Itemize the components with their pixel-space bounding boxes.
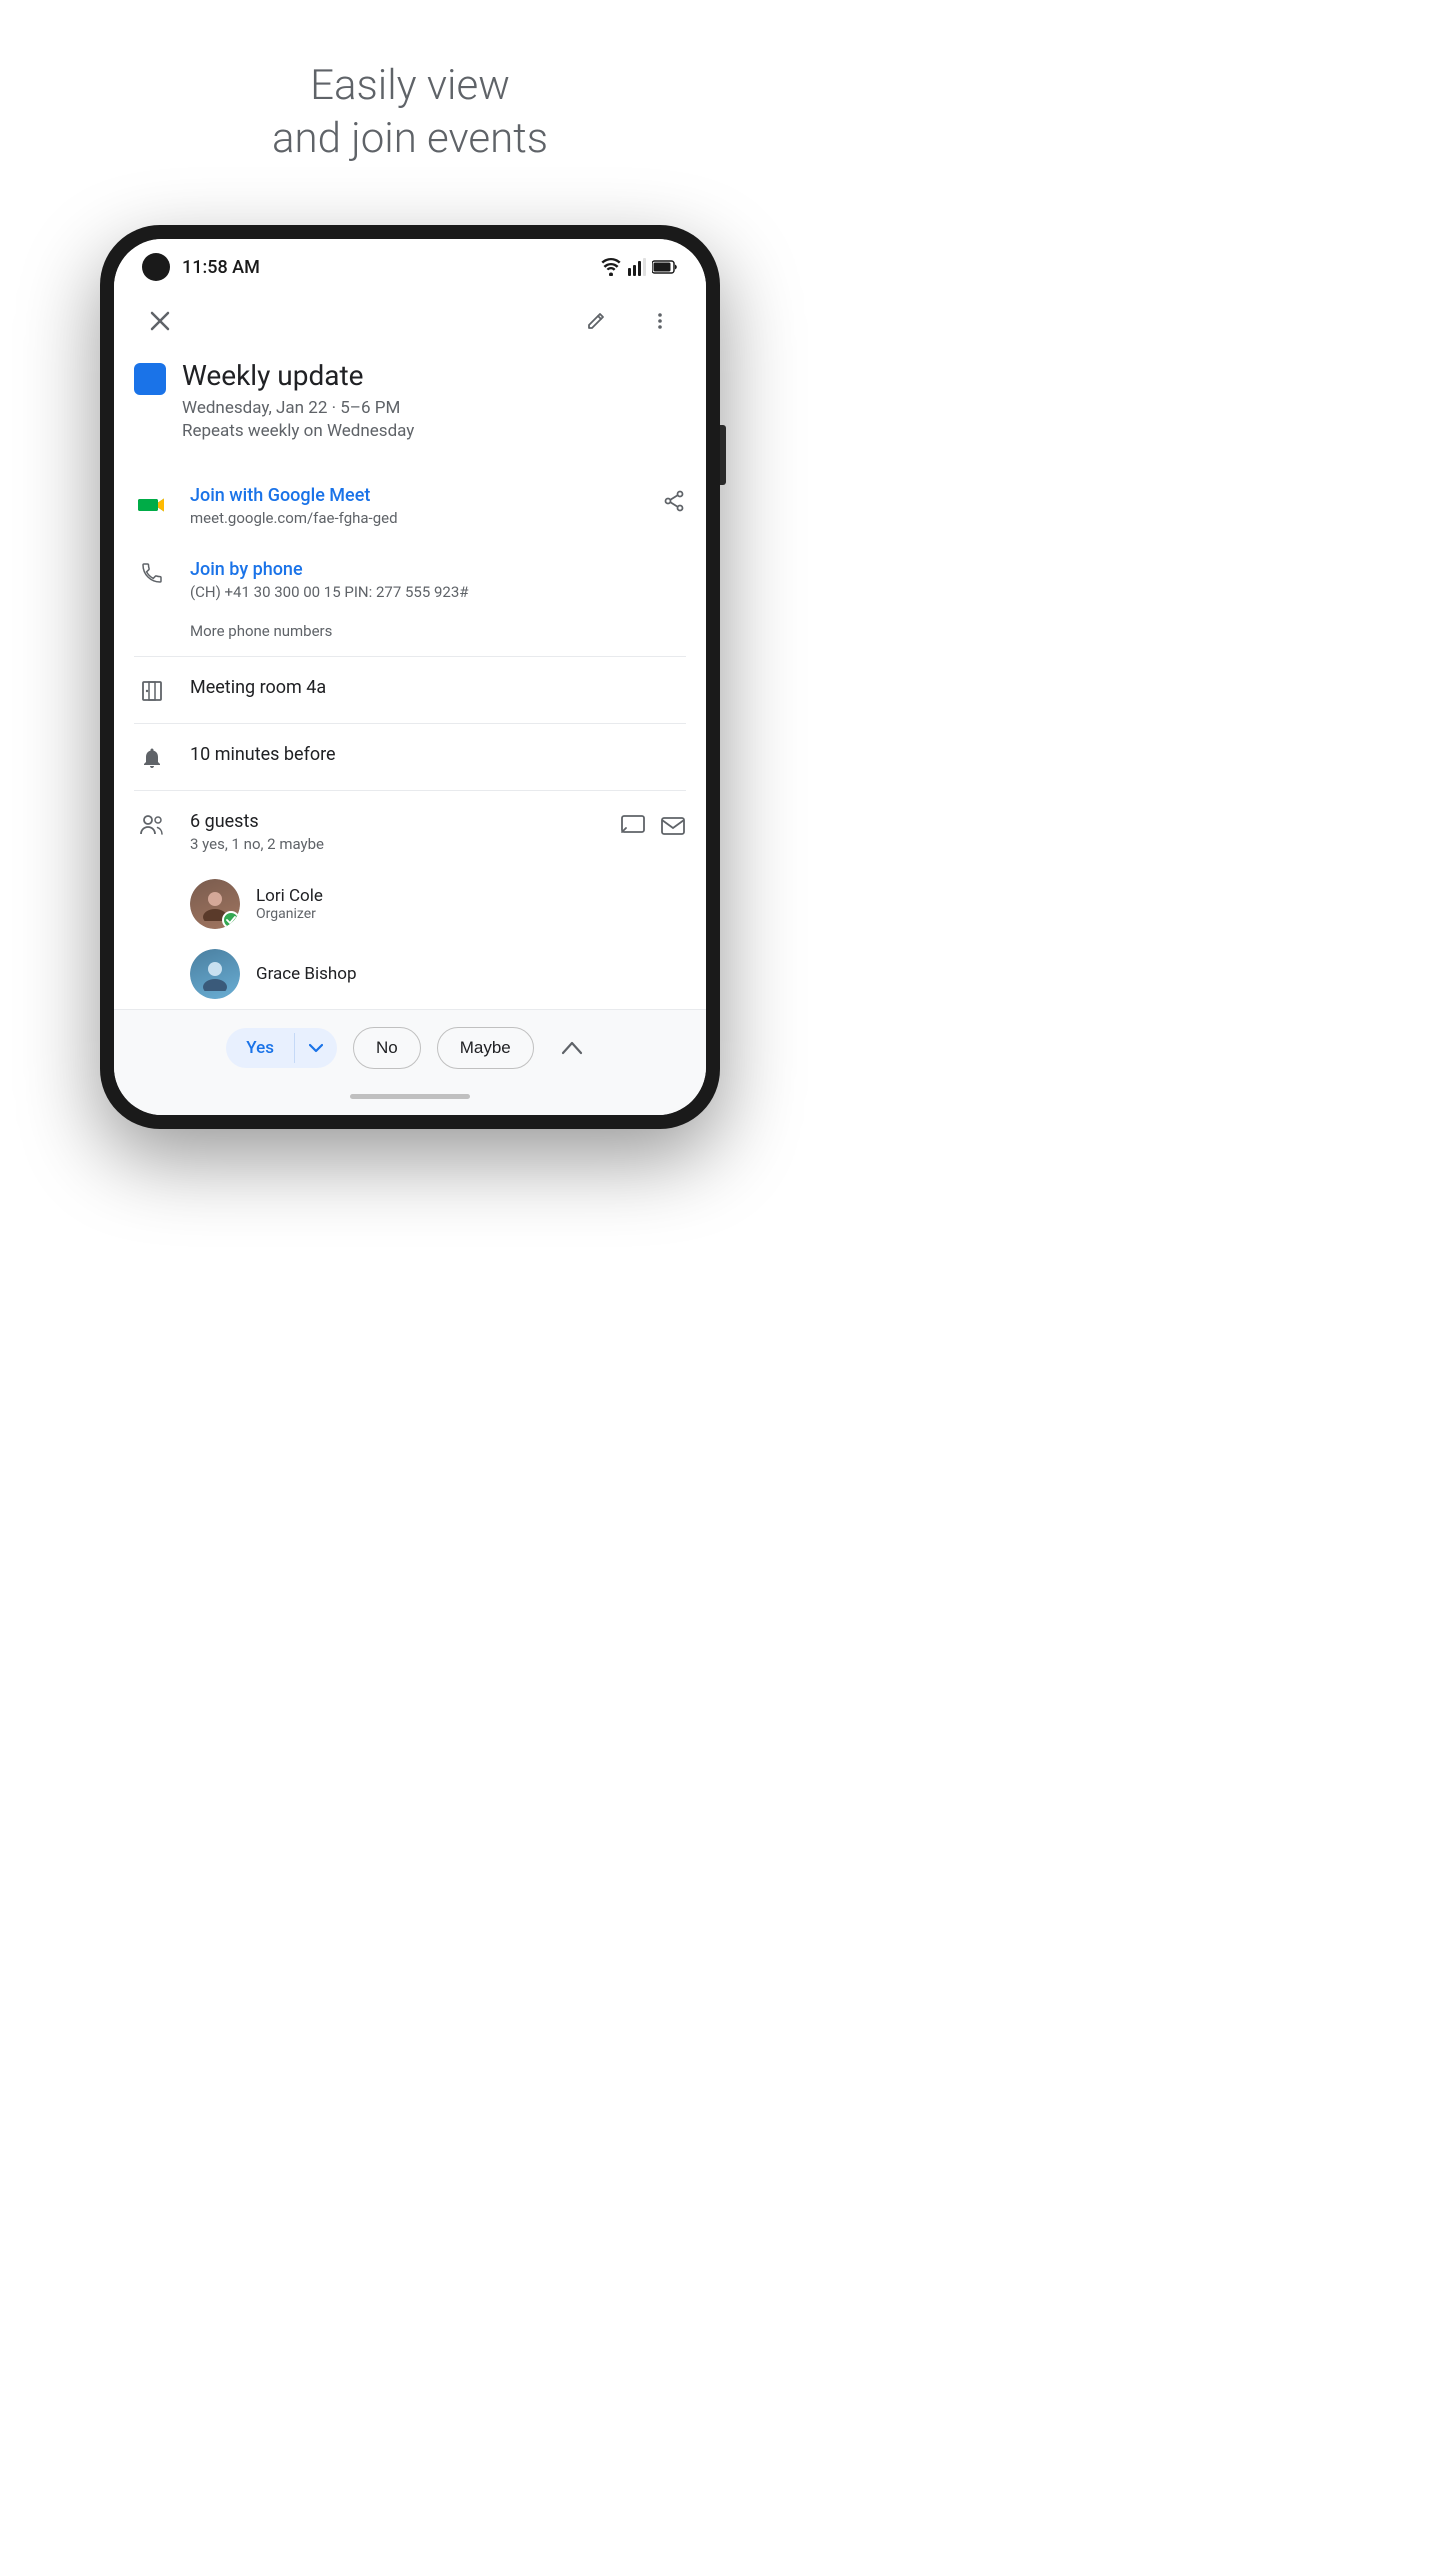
battery-icon	[652, 260, 678, 274]
email-icon	[660, 813, 686, 839]
home-bar	[350, 1094, 470, 1099]
email-button[interactable]	[660, 813, 686, 839]
more-icon	[650, 311, 670, 331]
phone-join-label[interactable]: Join by phone	[190, 559, 686, 580]
status-time: 11:58 AM	[182, 257, 260, 278]
close-button[interactable]	[138, 299, 182, 343]
guest-name-lori: Lori Cole	[256, 886, 323, 906]
home-indicator	[114, 1086, 706, 1115]
grace-silhouette	[198, 957, 232, 991]
divider-2	[134, 723, 686, 724]
edit-icon	[586, 311, 606, 331]
message-icon	[620, 813, 646, 839]
share-button[interactable]	[662, 485, 686, 513]
room-content: Meeting room 4a	[190, 677, 686, 698]
guest-avatar-lori	[190, 879, 240, 929]
meet-row: Join with Google Meet meet.google.com/fa…	[134, 469, 686, 543]
phone-screen: 11:58 AM	[114, 239, 706, 1115]
share-icon	[662, 489, 686, 513]
more-button[interactable]	[638, 299, 682, 343]
page-headline: Easily view and join events	[272, 60, 548, 165]
room-label: Meeting room 4a	[190, 677, 686, 698]
meet-icon	[134, 487, 170, 523]
status-left: 11:58 AM	[142, 253, 260, 281]
rsvp-dropdown-arrow[interactable]	[294, 1033, 337, 1063]
phone-mockup: 11:58 AM	[100, 225, 720, 1129]
guests-status: 3 yes, 1 no, 2 maybe	[190, 835, 600, 853]
signal-icon	[628, 258, 646, 276]
room-icon-svg	[140, 679, 164, 703]
more-phones-label[interactable]: More phone numbers	[190, 622, 332, 640]
edit-button[interactable]	[574, 299, 618, 343]
phone-content: Join by phone (CH) +41 30 300 00 15 PIN:…	[190, 559, 686, 601]
room-row: Meeting room 4a	[134, 661, 686, 719]
rsvp-bar: Yes No Maybe	[114, 1009, 706, 1086]
guest-item-lori[interactable]: Lori Cole Organizer	[134, 869, 686, 939]
reminder-row: 10 minutes before	[134, 728, 686, 786]
room-icon	[134, 679, 170, 703]
event-repeat: Repeats weekly on Wednesday	[182, 421, 414, 441]
reminder-label: 10 minutes before	[190, 744, 686, 765]
phone-row: Join by phone (CH) +41 30 300 00 15 PIN:…	[134, 543, 686, 617]
phone-number: (CH) +41 30 300 00 15 PIN: 277 555 923#	[190, 583, 686, 601]
guest-item-grace[interactable]: Grace Bishop	[134, 939, 686, 1009]
close-icon	[150, 311, 170, 331]
guests-info: 6 guests 3 yes, 1 no, 2 maybe	[190, 811, 600, 853]
bell-icon	[134, 746, 170, 770]
guest-info-lori: Lori Cole Organizer	[256, 886, 323, 922]
event-title: Weekly update	[182, 359, 414, 392]
bell-icon-svg	[140, 746, 164, 770]
divider-1	[134, 656, 686, 657]
event-date: Wednesday, Jan 22 · 5–6 PM	[182, 398, 414, 418]
event-color-dot	[134, 363, 166, 395]
toolbar-right	[574, 299, 682, 343]
guests-actions	[620, 813, 686, 839]
check-icon-lori	[226, 916, 236, 924]
guests-count: 6 guests	[190, 811, 600, 832]
reminder-content: 10 minutes before	[190, 744, 686, 765]
more-phone-row: More phone numbers	[134, 617, 686, 652]
wifi-icon	[600, 258, 622, 276]
accepted-badge-lori	[222, 911, 240, 929]
toolbar	[134, 291, 686, 359]
event-header: Weekly update Wednesday, Jan 22 · 5–6 PM…	[134, 359, 686, 441]
rsvp-no-button[interactable]: No	[353, 1027, 421, 1069]
rsvp-yes-button[interactable]: Yes	[226, 1028, 337, 1068]
status-icons	[600, 258, 678, 276]
toolbar-left	[138, 299, 182, 343]
chevron-down-icon	[309, 1043, 323, 1053]
status-bar: 11:58 AM	[114, 239, 706, 291]
event-info: Weekly update Wednesday, Jan 22 · 5–6 PM…	[182, 359, 414, 441]
guests-icon-svg	[139, 813, 165, 837]
guest-info-grace: Grace Bishop	[256, 964, 357, 984]
content-area: Weekly update Wednesday, Jan 22 · 5–6 PM…	[114, 291, 706, 1009]
guests-row: 6 guests 3 yes, 1 no, 2 maybe	[134, 795, 686, 869]
rsvp-maybe-button[interactable]: Maybe	[437, 1027, 534, 1069]
guests-icon	[134, 813, 170, 837]
meet-url: meet.google.com/fae-fgha-ged	[190, 509, 642, 527]
message-button[interactable]	[620, 813, 646, 839]
divider-3	[134, 790, 686, 791]
camera-dot	[142, 253, 170, 281]
rsvp-collapse-button[interactable]	[550, 1026, 594, 1070]
phone-icon-svg	[140, 561, 164, 585]
rsvp-yes-label[interactable]: Yes	[226, 1028, 294, 1068]
guest-role-lori: Organizer	[256, 906, 323, 922]
chevron-up-icon	[561, 1040, 583, 1056]
meet-join-label[interactable]: Join with Google Meet	[190, 485, 642, 506]
meet-content: Join with Google Meet meet.google.com/fa…	[190, 485, 642, 527]
guest-avatar-grace	[190, 949, 240, 999]
guest-name-grace: Grace Bishop	[256, 964, 357, 984]
phone-icon	[134, 561, 170, 585]
